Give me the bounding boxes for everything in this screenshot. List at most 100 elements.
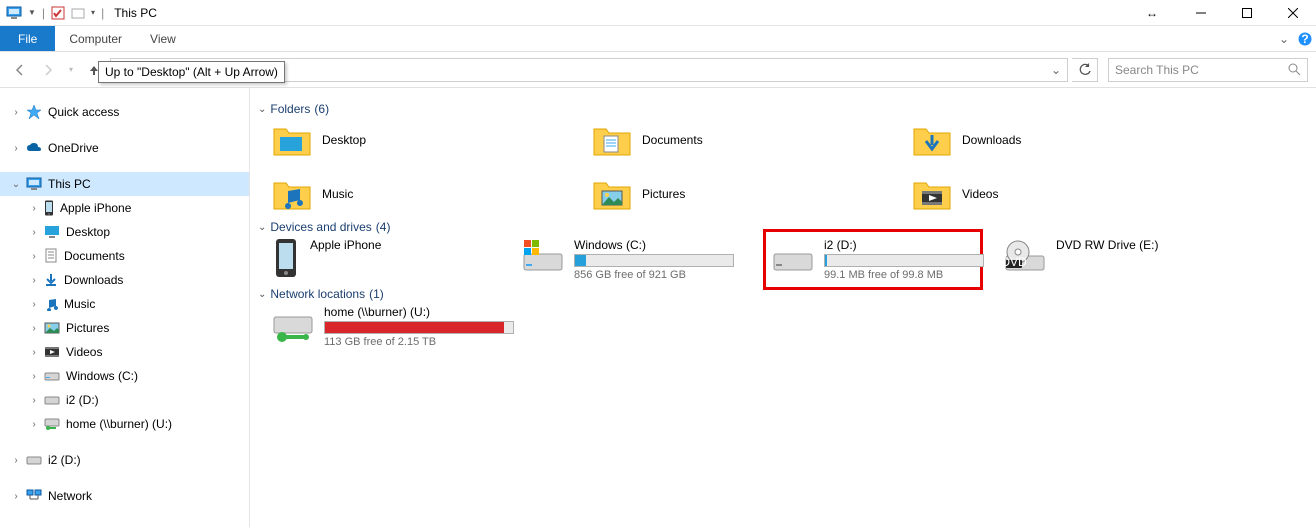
drive-dvd-rw[interactable]: DVD DVD RW Drive (E:) bbox=[1004, 238, 1184, 281]
forward-button[interactable] bbox=[36, 58, 60, 82]
back-button[interactable] bbox=[8, 58, 32, 82]
group-count: (1) bbox=[369, 287, 384, 301]
folder-music[interactable]: Music bbox=[272, 174, 472, 214]
collapse-icon[interactable]: ⌄ bbox=[10, 179, 22, 190]
tree-label: Documents bbox=[62, 249, 125, 263]
main-area: › Quick access › OneDrive ⌄ This PC ›App… bbox=[0, 88, 1316, 527]
tree-label: Desktop bbox=[64, 225, 110, 239]
expand-icon[interactable]: › bbox=[28, 395, 40, 406]
tree-label: home (\\burner) (U:) bbox=[64, 417, 172, 431]
drive-label: i2 (D:) bbox=[824, 238, 984, 252]
tree-documents[interactable]: › Documents bbox=[0, 244, 249, 268]
tree-quick-access[interactable]: › Quick access bbox=[0, 100, 249, 124]
tree-this-pc[interactable]: ⌄ This PC bbox=[0, 172, 249, 196]
tree-network[interactable]: › Network bbox=[0, 484, 249, 508]
folder-label: Pictures bbox=[642, 187, 685, 201]
drive-apple-iphone[interactable]: Apple iPhone bbox=[272, 238, 492, 281]
pictures-icon bbox=[44, 322, 60, 334]
expand-icon[interactable]: › bbox=[28, 251, 40, 262]
folder-desktop[interactable]: Desktop bbox=[272, 120, 472, 160]
group-count: (6) bbox=[314, 102, 329, 116]
file-tab[interactable]: File bbox=[0, 26, 55, 51]
expand-icon[interactable]: › bbox=[28, 323, 40, 334]
tree-i2-d[interactable]: ›i2 (D:) bbox=[0, 388, 249, 412]
folder-label: Videos bbox=[962, 187, 998, 201]
network-drive-icon bbox=[44, 417, 60, 431]
expand-icon[interactable]: › bbox=[28, 203, 40, 214]
collapse-icon[interactable]: ⌄ bbox=[258, 289, 266, 300]
drive-windows-c[interactable]: Windows (C:) 856 GB free of 921 GB bbox=[522, 238, 742, 281]
expand-icon[interactable]: › bbox=[10, 455, 22, 466]
phone-icon bbox=[44, 200, 54, 216]
expand-icon[interactable]: › bbox=[28, 419, 40, 430]
address-dropdown-icon[interactable]: ⌄ bbox=[1047, 63, 1065, 77]
tree-home-burner[interactable]: › home (\\burner) (U:) bbox=[0, 412, 249, 436]
network-drive-icon bbox=[272, 305, 314, 345]
expand-icon[interactable]: › bbox=[28, 299, 40, 310]
free-space-text: 99.1 MB free of 99.8 MB bbox=[824, 269, 984, 281]
tree-windows-c[interactable]: ›Windows (C:) bbox=[0, 364, 249, 388]
tree-label: Music bbox=[62, 297, 95, 311]
expand-icon[interactable]: › bbox=[28, 227, 40, 238]
dvd-drive-icon: DVD bbox=[1004, 238, 1046, 278]
help-icon[interactable]: ? bbox=[1294, 26, 1316, 51]
qat-customize-icon[interactable]: ▾ bbox=[91, 8, 95, 17]
properties-icon[interactable] bbox=[51, 6, 65, 20]
tree-videos[interactable]: ›Videos bbox=[0, 340, 249, 364]
network-drive-home[interactable]: home (\\burner) (U:) 113 GB free of 2.15… bbox=[272, 305, 492, 348]
music-icon bbox=[44, 297, 58, 311]
qat-dropdown-icon[interactable]: ▼ bbox=[28, 8, 36, 17]
drive-label: Apple iPhone bbox=[310, 238, 492, 252]
tree-label: Network bbox=[46, 489, 92, 503]
group-header-folders[interactable]: ⌄ Folders (6) bbox=[258, 102, 1300, 116]
svg-text:?: ? bbox=[1301, 32, 1308, 46]
ribbon-tabs: File Computer View ⌄ ? bbox=[0, 26, 1316, 52]
folder-videos[interactable]: Videos bbox=[912, 174, 1112, 214]
refresh-button[interactable] bbox=[1072, 58, 1098, 82]
drive-icon bbox=[772, 238, 814, 278]
close-button[interactable] bbox=[1270, 0, 1316, 26]
tree-desktop[interactable]: › Desktop bbox=[0, 220, 249, 244]
expand-icon[interactable]: › bbox=[28, 347, 40, 358]
quick-access-toolbar: ▼ | ▾ | This PC bbox=[0, 6, 163, 20]
folder-pictures[interactable]: Pictures bbox=[592, 174, 792, 214]
folder-documents[interactable]: Documents bbox=[592, 120, 792, 160]
onedrive-icon bbox=[26, 142, 42, 154]
ribbon-expand-icon[interactable]: ⌄ bbox=[1274, 26, 1294, 51]
new-folder-icon[interactable] bbox=[71, 6, 85, 20]
maximize-button[interactable] bbox=[1224, 0, 1270, 26]
tab-view[interactable]: View bbox=[136, 26, 190, 51]
network-icon bbox=[26, 489, 42, 503]
drive-i2-d[interactable]: i2 (D:) 99.1 MB free of 99.8 MB bbox=[763, 229, 983, 290]
collapse-icon[interactable]: ⌄ bbox=[258, 104, 266, 115]
tree-music[interactable]: › Music bbox=[0, 292, 249, 316]
minimize-button[interactable] bbox=[1178, 0, 1224, 26]
folder-label: Music bbox=[322, 187, 353, 201]
capacity-bar bbox=[824, 254, 984, 267]
resize-grip-icon: ↔ bbox=[1146, 6, 1158, 20]
tree-downloads[interactable]: ›Downloads bbox=[0, 268, 249, 292]
expand-icon[interactable]: › bbox=[28, 371, 40, 382]
expand-icon[interactable]: › bbox=[10, 491, 22, 502]
free-space-text: 113 GB free of 2.15 TB bbox=[324, 336, 514, 348]
tree-pictures[interactable]: ›Pictures bbox=[0, 316, 249, 340]
tree-apple-iphone[interactable]: ›Apple iPhone bbox=[0, 196, 249, 220]
tree-i2-detached[interactable]: ›i2 (D:) bbox=[0, 448, 249, 472]
free-space-text: 856 GB free of 921 GB bbox=[574, 269, 742, 281]
pc-icon bbox=[6, 6, 22, 20]
tab-computer[interactable]: Computer bbox=[55, 26, 136, 51]
folder-icon bbox=[272, 123, 312, 157]
tree-onedrive[interactable]: › OneDrive bbox=[0, 136, 249, 160]
collapse-icon[interactable]: ⌄ bbox=[258, 222, 266, 233]
expand-icon[interactable]: › bbox=[10, 143, 22, 154]
folder-label: Documents bbox=[642, 133, 703, 147]
tree-label: OneDrive bbox=[46, 141, 99, 155]
pc-icon bbox=[26, 177, 42, 191]
recent-locations-button[interactable]: ▾ bbox=[64, 58, 78, 82]
search-box[interactable]: Search This PC bbox=[1108, 58, 1308, 82]
folder-label: Desktop bbox=[322, 133, 366, 147]
expand-icon[interactable]: › bbox=[10, 107, 22, 118]
tree-label: Quick access bbox=[46, 105, 119, 119]
expand-icon[interactable]: › bbox=[28, 275, 40, 286]
folder-downloads[interactable]: Downloads bbox=[912, 120, 1112, 160]
